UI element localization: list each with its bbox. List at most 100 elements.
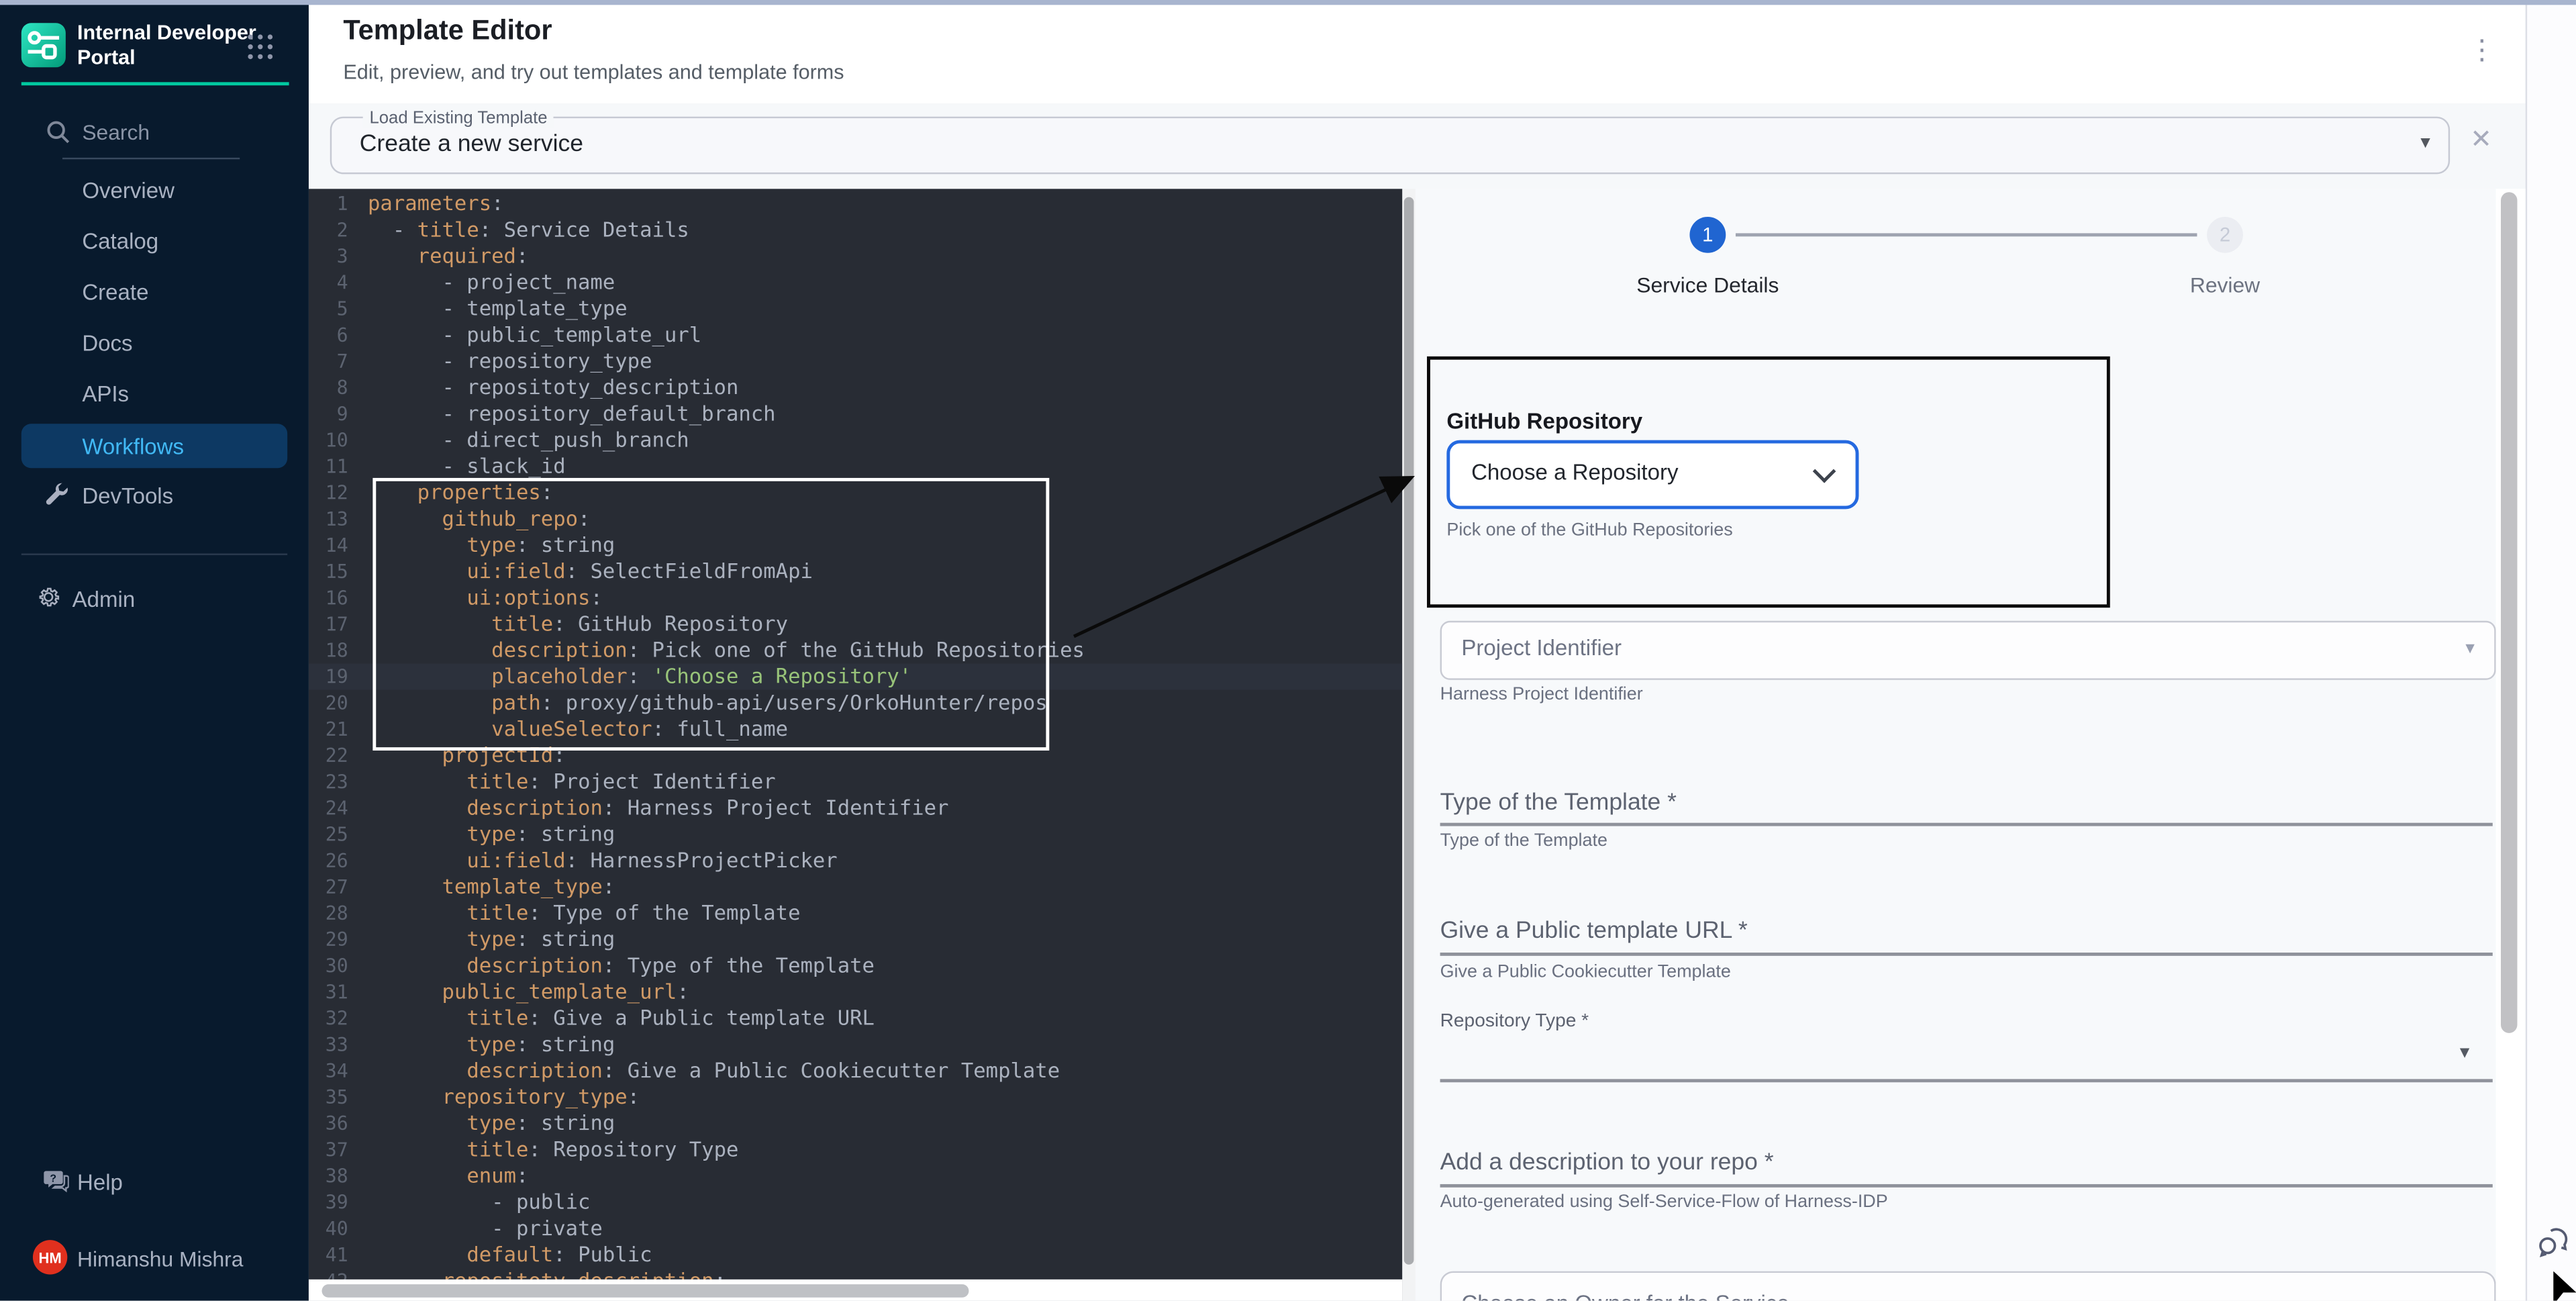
support-chat-icon[interactable] bbox=[2535, 1224, 2571, 1268]
code-line-11[interactable]: 11 - slack_id bbox=[309, 452, 1402, 479]
code-line-6[interactable]: 6 - public_template_url bbox=[309, 321, 1402, 347]
kebab-menu-icon[interactable]: ⋮ bbox=[2468, 33, 2494, 73]
code-line-27[interactable]: 27 template_type: bbox=[309, 873, 1402, 899]
code-line-37[interactable]: 37 title: Repository Type bbox=[309, 1136, 1402, 1162]
search-input[interactable]: Search bbox=[82, 120, 150, 145]
template-type-helper: Type of the Template bbox=[1440, 831, 1607, 851]
code-line-28[interactable]: 28 title: Type of the Template bbox=[309, 899, 1402, 925]
code-line-9[interactable]: 9 - repository_default_branch bbox=[309, 400, 1402, 426]
sidebar-item-admin[interactable]: Admin bbox=[0, 578, 309, 621]
code-line-36[interactable]: 36 type: string bbox=[309, 1110, 1402, 1136]
repository-type-underline bbox=[1440, 1079, 2493, 1081]
wrench-icon bbox=[44, 481, 69, 511]
code-line-10[interactable]: 10 - direct_push_branch bbox=[309, 426, 1402, 452]
sidebar-item-catalog[interactable]: Catalog bbox=[0, 220, 309, 263]
editor-horizontal-scrollbar-thumb[interactable] bbox=[322, 1284, 969, 1297]
github-repository-select[interactable]: Choose a Repository bbox=[1446, 440, 1859, 510]
code-line-2[interactable]: 2 - title: Service Details bbox=[309, 216, 1402, 242]
avatar[interactable]: HM bbox=[33, 1240, 67, 1274]
code-line-32[interactable]: 32 title: Give a Public template URL bbox=[309, 1004, 1402, 1030]
code-line-8[interactable]: 8 - repositoty_description bbox=[309, 374, 1402, 400]
dropdown-caret-icon[interactable]: ▼ bbox=[2457, 1045, 2473, 1063]
code-text: - public bbox=[368, 1188, 590, 1214]
load-template-select[interactable]: Load Existing Template Create a new serv… bbox=[330, 117, 2450, 175]
dropdown-caret-icon[interactable]: ▼ bbox=[2417, 135, 2433, 153]
line-number: 23 bbox=[309, 768, 348, 794]
code-line-30[interactable]: 30 description: Type of the Template bbox=[309, 952, 1402, 978]
code-line-3[interactable]: 3 required: bbox=[309, 242, 1402, 269]
line-number: 9 bbox=[309, 400, 348, 426]
code-text: - private bbox=[368, 1214, 603, 1241]
code-line-29[interactable]: 29 type: string bbox=[309, 926, 1402, 952]
public-url-underline bbox=[1440, 953, 2493, 955]
line-number: 13 bbox=[309, 505, 348, 531]
sidebar-divider bbox=[21, 553, 287, 555]
app-root: Internal DeveloperPortal Search Overview… bbox=[0, 0, 2576, 1301]
code-text: repository_type: bbox=[368, 1083, 640, 1109]
github-annotation-box: GitHub Repository Choose a Repository Pi… bbox=[1427, 356, 2110, 608]
sidebar-item-overview[interactable]: Overview bbox=[0, 169, 309, 212]
sidebar-item-apis[interactable]: APIs bbox=[0, 373, 309, 416]
code-line-38[interactable]: 38 enum: bbox=[309, 1162, 1402, 1188]
public-url-helper: Give a Public Cookiecutter Template bbox=[1440, 963, 1731, 982]
code-line-23[interactable]: 23 title: Project Identifier bbox=[309, 768, 1402, 794]
code-line-34[interactable]: 34 description: Give a Public Cookiecutt… bbox=[309, 1057, 1402, 1083]
code-annotation-box bbox=[373, 478, 1049, 751]
line-number: 21 bbox=[309, 715, 348, 741]
stepper-step-2[interactable]: 2 bbox=[2207, 217, 2243, 253]
code-line-26[interactable]: 26 ui:field: HarnessProjectPicker bbox=[309, 847, 1402, 873]
owner-select[interactable]: Choose an Owner for the Service bbox=[1440, 1271, 2496, 1301]
code-line-5[interactable]: 5 - template_type bbox=[309, 295, 1402, 321]
panel-scrollbar[interactable] bbox=[2496, 189, 2526, 1300]
stepper-step-1[interactable]: 1 bbox=[1689, 217, 1726, 253]
editor-vertical-scrollbar-thumb[interactable] bbox=[1404, 197, 1414, 1265]
code-line-39[interactable]: 39 - public bbox=[309, 1188, 1402, 1214]
code-line-40[interactable]: 40 - private bbox=[309, 1214, 1402, 1241]
template-type-field-label[interactable]: Type of the Template * bbox=[1440, 790, 1677, 816]
panel-scrollbar-thumb[interactable] bbox=[2501, 192, 2517, 1033]
code-text: parameters: bbox=[368, 190, 504, 216]
template-type-underline bbox=[1440, 823, 2493, 826]
code-line-41[interactable]: 41 default: Public bbox=[309, 1241, 1402, 1267]
stepper-connector bbox=[1736, 233, 2197, 236]
page-title: Template Editor bbox=[343, 15, 552, 48]
line-number: 18 bbox=[309, 636, 348, 663]
user-name[interactable]: Himanshu Mishra bbox=[77, 1247, 243, 1271]
line-number: 40 bbox=[309, 1214, 348, 1241]
code-line-1[interactable]: 1parameters: bbox=[309, 190, 1402, 216]
code-line-31[interactable]: 31 public_template_url: bbox=[309, 978, 1402, 1004]
code-text: public_template_url: bbox=[368, 978, 689, 1004]
line-number: 2 bbox=[309, 216, 348, 242]
project-identifier-select[interactable]: Project Identifier ▾ bbox=[1440, 621, 2496, 680]
editor-vertical-scrollbar[interactable] bbox=[1402, 189, 1416, 1300]
code-line-24[interactable]: 24 description: Harness Project Identifi… bbox=[309, 794, 1402, 820]
code-text: title: Give a Public template URL bbox=[368, 1004, 875, 1030]
code-text: default: Public bbox=[368, 1241, 652, 1267]
code-line-33[interactable]: 33 type: string bbox=[309, 1030, 1402, 1057]
apps-grid-icon[interactable] bbox=[248, 34, 274, 60]
load-template-bar: Load Existing Template Create a new serv… bbox=[309, 103, 2526, 189]
svg-text:?: ? bbox=[50, 1173, 56, 1184]
code-line-7[interactable]: 7 - repository_type bbox=[309, 347, 1402, 373]
sidebar-item-create[interactable]: Create bbox=[0, 271, 309, 314]
line-number: 32 bbox=[309, 1004, 348, 1030]
sidebar-item-devtools[interactable]: DevTools bbox=[0, 475, 309, 518]
close-icon[interactable]: ✕ bbox=[2467, 126, 2496, 156]
line-number: 10 bbox=[309, 426, 348, 452]
code-line-4[interactable]: 4 - project_name bbox=[309, 269, 1402, 295]
public-url-field-label[interactable]: Give a Public template URL * bbox=[1440, 918, 1748, 945]
line-number: 16 bbox=[309, 584, 348, 610]
sidebar-item-docs[interactable]: Docs bbox=[0, 322, 309, 365]
sidebar-item-help[interactable]: ? Help bbox=[0, 1161, 309, 1204]
code-line-25[interactable]: 25 type: string bbox=[309, 820, 1402, 847]
code-text: type: string bbox=[368, 820, 615, 847]
sidebar-item-workflows[interactable]: Workflows bbox=[21, 424, 287, 468]
search-icon[interactable] bbox=[46, 120, 71, 153]
editor-horizontal-scrollbar[interactable] bbox=[309, 1280, 1402, 1301]
code-text: template_type: bbox=[368, 873, 615, 899]
sidebar: Internal DeveloperPortal Search Overview… bbox=[0, 0, 309, 1301]
line-number: 35 bbox=[309, 1083, 348, 1109]
code-line-35[interactable]: 35 repository_type: bbox=[309, 1083, 1402, 1109]
repository-type-field-label[interactable]: Repository Type * bbox=[1440, 1012, 1589, 1031]
repo-description-field-label[interactable]: Add a description to your repo * bbox=[1440, 1150, 1774, 1176]
